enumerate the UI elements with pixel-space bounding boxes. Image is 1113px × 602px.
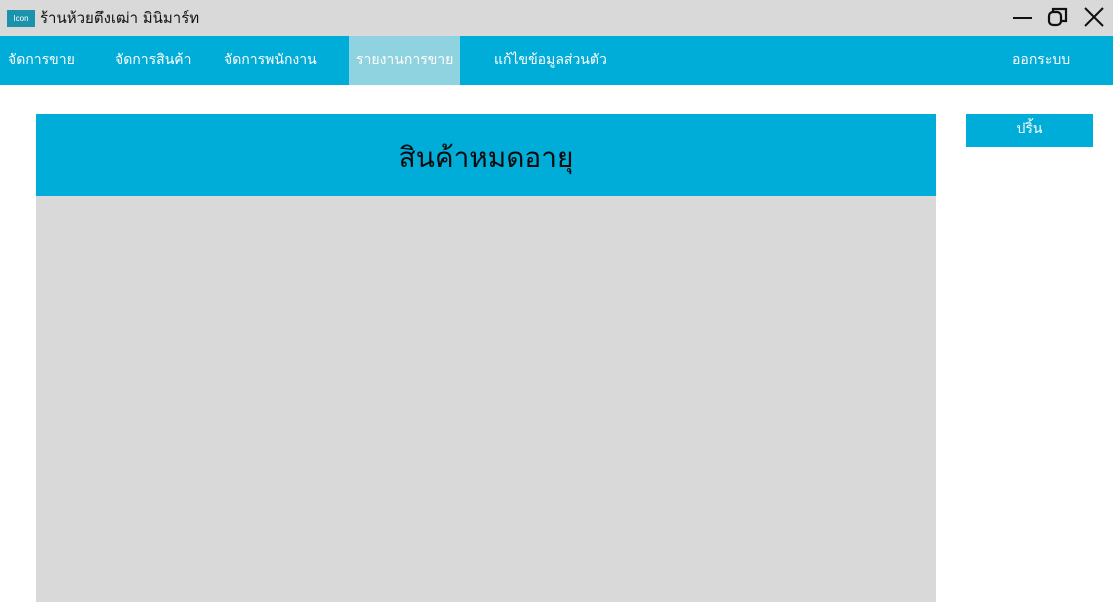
title-bar: Icon ร้านห้วยตึงเฒ่า มินิมาร์ท: [0, 0, 1113, 36]
app-icon: Icon: [7, 10, 35, 27]
menu-item-sales[interactable]: จัดการขาย: [8, 36, 75, 85]
main-menu-bar: จัดการขาย จัดการสินค้า จัดการพนักงาน ราย…: [0, 36, 1113, 85]
page-title: สินค้าหมดอายุ: [36, 114, 936, 196]
close-icon[interactable]: [1079, 2, 1109, 32]
minimize-icon[interactable]: [1008, 2, 1038, 32]
report-content-area: [36, 196, 936, 602]
menu-item-products[interactable]: จัดการสินค้า: [115, 36, 192, 85]
restore-icon[interactable]: [1043, 2, 1073, 32]
menu-item-sales-report[interactable]: รายงานการขาย: [349, 36, 461, 85]
menu-item-edit-profile[interactable]: แก้ไขข้อมูลส่วนตัว: [494, 36, 607, 85]
print-button[interactable]: ปริ้น: [966, 114, 1093, 147]
logout-button[interactable]: ออกระบบ: [1012, 36, 1070, 85]
menu-item-employees[interactable]: จัดการพนักงาน: [224, 36, 317, 85]
window-title: ร้านห้วยตึงเฒ่า มินิมาร์ท: [40, 9, 200, 27]
